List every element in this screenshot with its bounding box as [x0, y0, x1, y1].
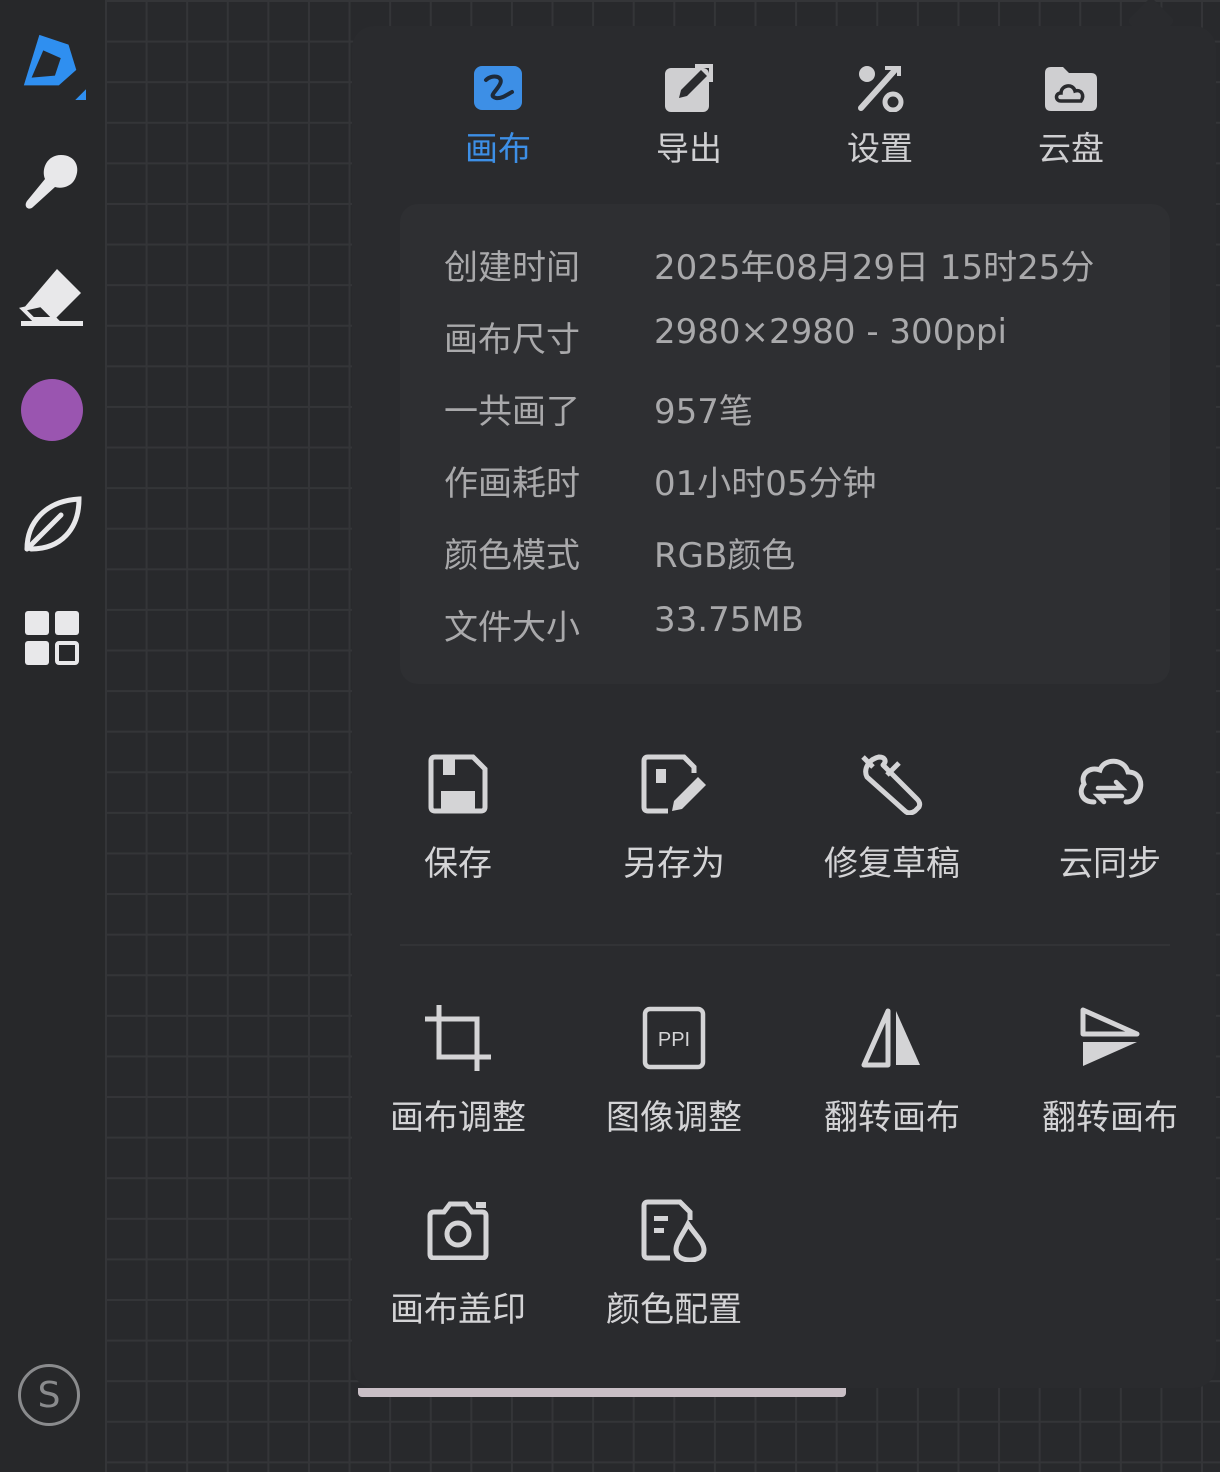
crop-icon	[425, 1005, 491, 1071]
brush-pen-icon[interactable]	[18, 30, 86, 100]
canvas-adjust-button[interactable]: 画布调整	[358, 998, 558, 1139]
cloud-drive-icon	[1045, 67, 1097, 111]
image-adjust-button[interactable]: PPI 图像调整	[574, 998, 774, 1139]
save-as-icon	[641, 754, 706, 814]
tab-label: 导出	[656, 129, 722, 168]
layers-grid-icon[interactable]	[18, 604, 86, 672]
info-key: 一共画了	[444, 392, 580, 432]
action-label: 画布调整	[390, 1098, 526, 1138]
settings-tools-icon	[858, 66, 904, 112]
tab-settings[interactable]: 设置	[810, 54, 950, 194]
section-divider	[400, 944, 1170, 946]
tab-canvas[interactable]: 画布	[428, 54, 568, 194]
flip-canvas-horizontal-button[interactable]: 翻转画布	[792, 998, 992, 1139]
action-label: 云同步	[1059, 844, 1161, 884]
canvas-info-card: 创建时间 2025年08月29日 15时25分 画布尺寸 2980×2980 -…	[400, 204, 1170, 684]
info-key: 颜色模式	[444, 536, 580, 576]
action-label: 另存为	[623, 844, 725, 884]
info-key: 画布尺寸	[444, 320, 580, 360]
action-label: 颜色配置	[606, 1290, 742, 1330]
panel-scrollbar[interactable]	[358, 1388, 846, 1397]
save-icon	[428, 754, 488, 814]
save-button[interactable]: 保存	[358, 744, 558, 885]
export-icon	[665, 64, 713, 112]
save-as-button[interactable]: 另存为	[574, 744, 774, 885]
color-picker[interactable]	[18, 376, 86, 444]
tab-label: 设置	[847, 129, 913, 168]
eraser-icon[interactable]	[18, 262, 86, 330]
info-value: 01小时05分钟	[654, 464, 877, 504]
ppi-icon: PPI	[642, 1006, 706, 1070]
left-toolbar: S	[0, 0, 105, 1472]
action-label: 保存	[424, 844, 492, 884]
action-label: 修复草稿	[824, 844, 960, 884]
color-profile-icon	[641, 1199, 707, 1262]
info-value: 2980×2980 - 300ppi	[654, 312, 1007, 352]
camera-icon	[427, 1201, 489, 1260]
svg-text:PPI: PPI	[658, 1029, 690, 1051]
cloud-sync-icon	[1078, 758, 1144, 805]
flip-horizontal-icon	[861, 1008, 920, 1068]
repair-draft-button[interactable]: 修复草稿	[792, 744, 992, 885]
canvas-icon	[474, 66, 522, 110]
action-label: 翻转画布	[824, 1098, 960, 1138]
canvas-stamp-button[interactable]: 画布盖印	[358, 1190, 558, 1331]
smudge-icon[interactable]	[18, 148, 86, 216]
info-key: 文件大小	[444, 608, 580, 648]
tab-bar: 画布 导出 设置 云盘	[352, 54, 1216, 194]
avatar-letter: S	[37, 1374, 61, 1416]
tab-cloud-drive[interactable]: 云盘	[1001, 54, 1141, 194]
flip-vertical-icon	[1080, 1007, 1140, 1066]
leaf-icon[interactable]	[18, 490, 86, 558]
active-color-swatch[interactable]	[21, 379, 83, 441]
cloud-sync-button[interactable]: 云同步	[1010, 744, 1210, 885]
action-label: 画布盖印	[390, 1290, 526, 1330]
repair-wrench-icon	[861, 754, 923, 815]
tab-export[interactable]: 导出	[619, 54, 759, 194]
action-label: 翻转画布	[1042, 1098, 1178, 1138]
info-value: RGB颜色	[654, 536, 796, 576]
action-label: 图像调整	[606, 1098, 742, 1138]
info-value: 33.75MB	[654, 600, 804, 640]
info-value: 957笔	[654, 392, 753, 432]
info-key: 作画耗时	[444, 464, 580, 504]
flip-canvas-vertical-button[interactable]: 翻转画布	[1010, 998, 1210, 1139]
color-profile-button[interactable]: 颜色配置	[574, 1190, 774, 1331]
info-value: 2025年08月29日 15时25分	[654, 248, 1095, 288]
canvas-menu-panel: 画布 导出 设置 云盘 创建时间 2025年08月29日 15时25分 画布尺寸…	[352, 26, 1216, 1388]
info-key: 创建时间	[444, 248, 580, 288]
user-avatar[interactable]: S	[18, 1364, 80, 1426]
tab-label: 云盘	[1038, 129, 1104, 168]
tab-label: 画布	[465, 129, 531, 168]
